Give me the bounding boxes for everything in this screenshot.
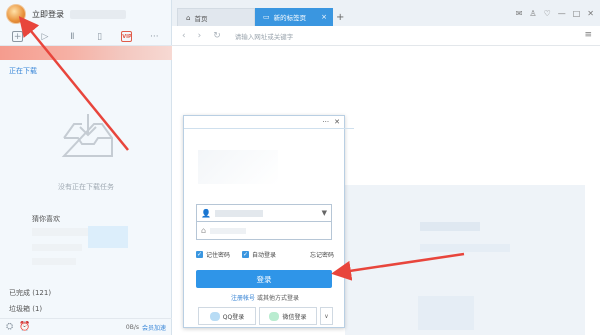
- login-options: ✓ 记住密码 ✓ 自动登录 忘记密码: [196, 250, 334, 259]
- tab-home[interactable]: ⌂ 首页: [177, 8, 255, 26]
- add-icon[interactable]: +: [12, 31, 24, 42]
- dialog-banner: [198, 150, 278, 184]
- qq-icon: [209, 311, 220, 321]
- dialog-divider: [184, 128, 354, 129]
- auto-login-checkbox[interactable]: ✓: [242, 251, 250, 258]
- network-icon[interactable]: ⛭: [6, 322, 13, 332]
- qq-login-label: QQ登录: [222, 313, 245, 321]
- dialog-more-icon[interactable]: ···: [322, 118, 329, 126]
- downloading-tab[interactable]: 正在下载: [9, 66, 37, 76]
- account-value: [214, 209, 263, 217]
- recommendation-item[interactable]: [32, 258, 76, 265]
- recommendation-thumbnail[interactable]: [88, 226, 128, 248]
- window-controls: ✉ ♙ ♡ — □ ✕: [516, 9, 594, 18]
- remember-password-checkbox[interactable]: ✓: [196, 251, 203, 258]
- password-field[interactable]: ⌂: [196, 222, 332, 240]
- page-icon: ▭: [263, 13, 270, 21]
- user-icon: 👤: [201, 208, 211, 218]
- empty-downloads-text: 没有正在下载任务: [58, 183, 114, 191]
- account-field[interactable]: 👤 ▼: [196, 204, 332, 222]
- shirt-icon[interactable]: ♙: [529, 9, 536, 18]
- vip-speed-link[interactable]: 会员加速: [142, 323, 166, 332]
- maximize-icon[interactable]: □: [573, 9, 581, 18]
- page-placeholder: [418, 296, 474, 330]
- chevron-down-icon[interactable]: ▼: [322, 209, 327, 217]
- recommendation-item[interactable]: [32, 244, 82, 251]
- minimize-icon[interactable]: —: [558, 9, 566, 18]
- trash-tab[interactable]: 垃圾箱 (1): [9, 304, 42, 314]
- alarm-icon[interactable]: ⏰: [19, 322, 30, 332]
- login-button[interactable]: 登录: [196, 270, 332, 288]
- address-bar: ‹ › ↻ 请输入网址或关键字 ≡: [172, 26, 600, 46]
- lock-icon: ⌂: [201, 226, 207, 235]
- register-line: 注册帐号 或其他方式登录: [184, 293, 346, 302]
- third-party-login: QQ登录 微信登录 ∨: [198, 307, 334, 325]
- register-link[interactable]: 注册帐号: [231, 295, 255, 302]
- page-placeholder: [420, 222, 480, 231]
- dialog-controls: ··· ✕: [322, 118, 340, 126]
- mail-icon[interactable]: ✉: [516, 9, 523, 18]
- download-toolbar: + ▷ Ⅱ ▯ VIP ···: [0, 28, 172, 46]
- vip-icon[interactable]: VIP: [121, 31, 133, 42]
- heart-icon[interactable]: ♡: [544, 9, 551, 18]
- wechat-login-button[interactable]: 微信登录: [259, 307, 317, 325]
- status-bar: ⛭ ⏰ 0B/s 会员加速: [0, 318, 172, 335]
- tab-new-tab[interactable]: ▭ 新的标签页 ×: [255, 8, 333, 26]
- tab-bar: ⌂ 首页 ▭ 新的标签页 × + ✉ ♙ ♡ — □ ✕: [172, 0, 600, 26]
- login-dialog: ··· ✕ 👤 ▼ ⌂ ✓ 记住密码 ✓ 自动登录 忘记密码 登录 注册帐号 或…: [183, 115, 354, 328]
- dialog-close-icon[interactable]: ✕: [334, 118, 340, 126]
- download-panel: 立即登录 + ▷ Ⅱ ▯ VIP ··· 正在下载 没有正在下载任务 猜你喜欢 …: [0, 0, 172, 335]
- add-tab-button[interactable]: +: [336, 12, 344, 23]
- empty-tray-icon: [61, 114, 113, 157]
- wechat-icon: [269, 311, 280, 321]
- login-bar[interactable]: 立即登录: [0, 0, 172, 28]
- chevron-down-icon: ∨: [324, 312, 329, 320]
- completed-tab[interactable]: 已完成 (121): [9, 288, 51, 298]
- close-tab-icon[interactable]: ×: [321, 13, 327, 21]
- avatar[interactable]: [6, 4, 26, 24]
- address-input[interactable]: 请输入网址或关键字: [235, 31, 294, 41]
- refresh-icon[interactable]: ↻: [213, 31, 221, 41]
- pause-icon[interactable]: Ⅱ: [67, 31, 78, 42]
- more-login-button[interactable]: ∨: [320, 307, 333, 325]
- home-icon: ⌂: [186, 13, 191, 22]
- forgot-password-link[interactable]: 忘记密码: [310, 250, 334, 259]
- tab-label: 首页: [194, 14, 208, 23]
- remember-password-label[interactable]: 记住密码: [206, 250, 230, 259]
- password-value: [210, 227, 247, 234]
- auto-login-label[interactable]: 自动登录: [252, 250, 276, 259]
- page-placeholder: [420, 244, 510, 252]
- forward-icon[interactable]: ›: [198, 31, 202, 41]
- more-icon[interactable]: ···: [149, 31, 160, 42]
- play-icon[interactable]: ▷: [39, 31, 50, 42]
- blurred-username: [70, 9, 126, 19]
- back-icon[interactable]: ‹: [182, 31, 186, 41]
- ad-banner[interactable]: [0, 46, 172, 60]
- delete-icon[interactable]: ▯: [94, 31, 105, 42]
- qq-login-button[interactable]: QQ登录: [198, 307, 256, 325]
- menu-icon[interactable]: ≡: [584, 30, 592, 40]
- download-speed: 0B/s: [125, 323, 139, 331]
- tab-label: 新的标签页: [273, 14, 307, 22]
- wechat-login-label: 微信登录: [282, 313, 307, 321]
- recommendations-heading: 猜你喜欢: [32, 215, 60, 223]
- login-now-link[interactable]: 立即登录: [32, 9, 64, 20]
- close-icon[interactable]: ✕: [587, 9, 594, 18]
- other-login-text: 或其他方式登录: [256, 295, 299, 302]
